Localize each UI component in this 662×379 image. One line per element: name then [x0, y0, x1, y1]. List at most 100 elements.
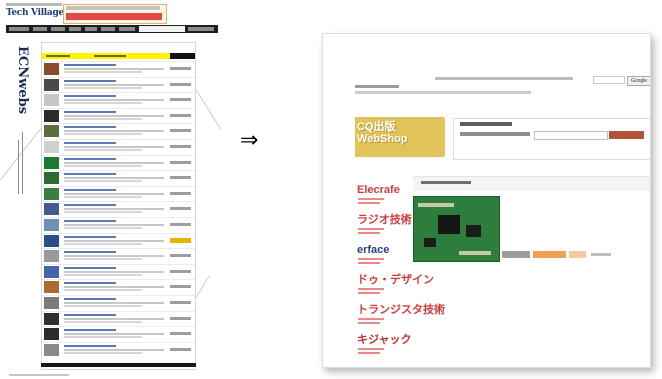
breadcrumb[interactable] [355, 91, 531, 94]
google-search-button[interactable]: Google [627, 76, 650, 86]
product-link[interactable] [64, 344, 116, 347]
nav-item[interactable] [119, 27, 135, 31]
nav-item[interactable] [9, 27, 29, 31]
product-thumbnail[interactable] [44, 203, 59, 216]
product-link[interactable] [64, 235, 116, 238]
nav-item[interactable] [85, 27, 97, 31]
product-header [413, 176, 650, 191]
magazine-menu-link[interactable] [358, 198, 384, 200]
nav-ticker[interactable] [139, 26, 185, 32]
magazine-menu-item[interactable]: Elecrafe [355, 184, 405, 208]
magazine-menu-link[interactable] [358, 292, 380, 294]
product-thumbnail[interactable] [44, 343, 59, 356]
product-link[interactable] [64, 266, 116, 269]
product-thumbnail[interactable] [44, 187, 59, 200]
product-description [64, 273, 142, 276]
product-price [170, 98, 191, 102]
product-description [64, 317, 164, 320]
product-description [64, 164, 142, 167]
product-search-input[interactable] [534, 131, 608, 140]
magazine-menu-link[interactable] [358, 262, 380, 264]
product-thumbnail[interactable] [44, 234, 59, 247]
nav-item[interactable] [101, 27, 115, 31]
webshop-banner-label: CQ出版 WebShop [357, 121, 408, 145]
site-logo[interactable]: Tech Village [6, 8, 64, 18]
magazine-menu-item[interactable]: ドゥ・デザイン [355, 274, 434, 298]
product-price [170, 254, 191, 258]
magazine-menu-link[interactable] [358, 352, 380, 354]
table-row [42, 248, 195, 263]
banner-headline [66, 13, 162, 20]
product-link[interactable] [64, 79, 116, 82]
magazine-menu-link[interactable] [358, 318, 384, 320]
magazine-menu-item[interactable]: トランジスタ技術 [355, 304, 445, 328]
nav-item[interactable] [188, 27, 214, 31]
magazine-menu-item[interactable]: erface [355, 244, 405, 268]
product-thumbnail[interactable] [44, 125, 59, 138]
product-link[interactable] [64, 298, 116, 300]
product-thumbnail[interactable] [44, 265, 59, 278]
product-link[interactable] [64, 110, 116, 113]
nav-item[interactable] [33, 27, 47, 31]
product-link[interactable] [64, 282, 116, 285]
search-panel-title [460, 122, 512, 126]
product-link[interactable] [64, 64, 116, 66]
product-thumbnail[interactable] [44, 172, 59, 185]
product-link[interactable] [64, 188, 116, 191]
product-thumbnail[interactable] [44, 141, 59, 153]
magazine-menu-title: Elecrafe [357, 184, 400, 196]
magazine-menu-link[interactable] [358, 348, 384, 350]
product-thumbnail[interactable] [44, 312, 59, 325]
top-nav-links[interactable] [435, 77, 573, 80]
product-link[interactable] [64, 173, 116, 176]
nav-item[interactable] [69, 27, 81, 31]
product-image-pcb[interactable] [413, 196, 500, 262]
nav-item[interactable] [51, 27, 65, 31]
magazine-menu-link[interactable] [358, 202, 380, 204]
quantity-button[interactable] [569, 251, 586, 258]
product-thumbnail[interactable] [44, 281, 59, 294]
product-thumbnail[interactable] [44, 297, 59, 309]
product-description [64, 270, 164, 273]
product-thumbnail[interactable] [44, 78, 59, 91]
product-thumbnail[interactable] [44, 156, 59, 169]
pcb-chip [438, 215, 460, 234]
product-thumbnail[interactable] [44, 94, 59, 107]
product-thumbnail[interactable] [44, 109, 59, 122]
webshop-banner[interactable]: CQ出版 WebShop [355, 117, 445, 157]
header-ad-banner[interactable] [63, 4, 167, 24]
product-price [170, 113, 191, 117]
product-thumbnail[interactable] [44, 219, 59, 231]
add-to-cart-button[interactable] [533, 251, 566, 258]
product-thumbnail[interactable] [44, 328, 59, 341]
magazine-menu-link[interactable] [358, 228, 384, 230]
product-thumbnail[interactable] [44, 250, 59, 263]
product-link[interactable] [64, 204, 116, 207]
product-thumbnail[interactable] [44, 63, 59, 75]
product-link[interactable] [64, 220, 116, 222]
product-link[interactable] [64, 157, 116, 160]
product-search-button[interactable] [609, 131, 644, 139]
table-row [42, 123, 195, 138]
table-row [42, 61, 195, 76]
product-link[interactable] [64, 142, 116, 144]
product-link[interactable] [64, 95, 116, 98]
product-description [64, 83, 164, 86]
magazine-menu-title: ラジオ技術 [357, 214, 412, 226]
site-search-input[interactable] [593, 76, 625, 84]
magazine-menu-item[interactable]: キジャック [355, 334, 411, 358]
detail-button[interactable] [502, 251, 530, 258]
pcb-connector [459, 251, 491, 255]
magazine-menu-link[interactable] [358, 288, 384, 290]
product-link[interactable] [64, 126, 116, 129]
product-price [170, 67, 191, 70]
product-link[interactable] [64, 329, 116, 332]
magazine-menu-link[interactable] [358, 322, 380, 324]
table-row [42, 263, 195, 279]
magazine-menu-link[interactable] [358, 232, 380, 234]
product-link[interactable] [64, 313, 116, 316]
product-link[interactable] [64, 251, 116, 254]
search-options[interactable] [460, 132, 530, 136]
magazine-menu-link[interactable] [358, 258, 384, 260]
magazine-menu-item[interactable]: ラジオ技術 [355, 214, 412, 238]
